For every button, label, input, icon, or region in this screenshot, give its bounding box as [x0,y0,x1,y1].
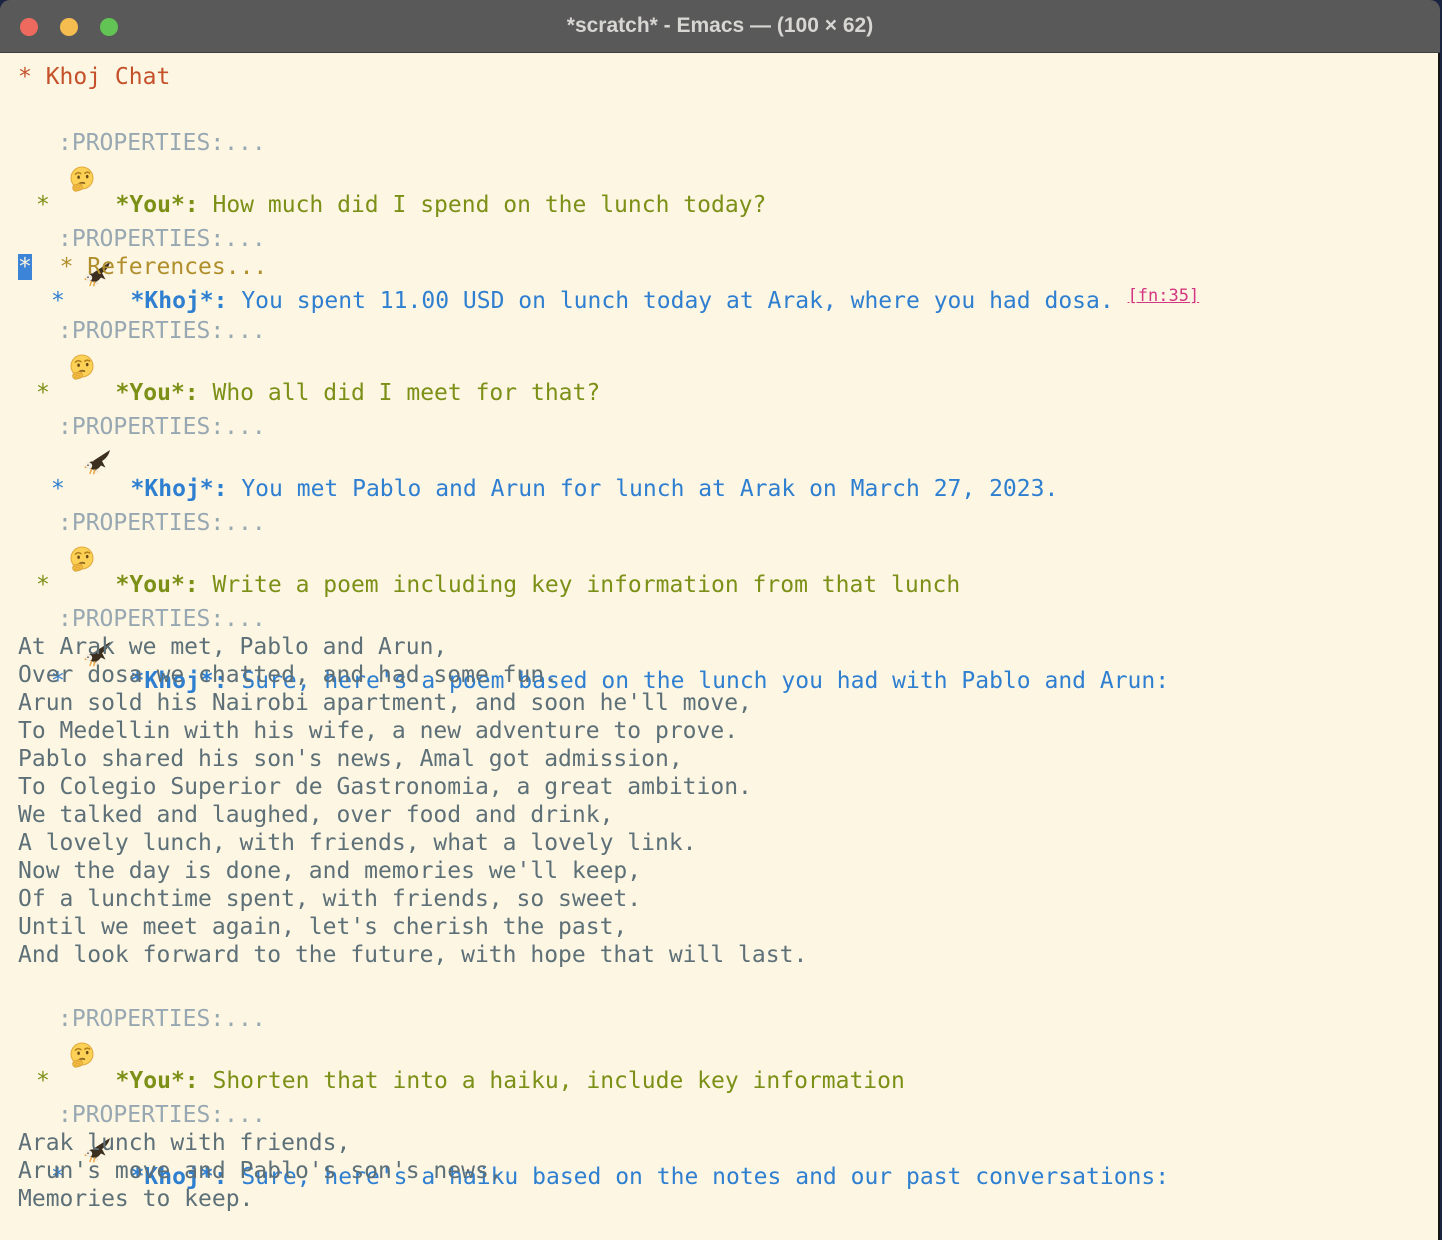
blank-line [18,537,1438,569]
text-run: Arun's move and Pablo's son's news, [18,1158,503,1184]
khoj-response-heading[interactable]: * *Khoj*: Sure, here's a poem based on t… [18,569,1438,605]
eagle-emoji [83,569,111,597]
text-run: At Arak we met, Pablo and Arun, [18,634,447,660]
emacs-window: *scratch* - Emacs — (100 × 62) * Khoj Ch… [0,0,1440,1240]
text-run: Until we meet again, let's cherish the p… [18,914,627,940]
references-heading[interactable]: * * References... [18,253,1438,281]
user-message-heading[interactable]: * *You*: How much did I spend on the lun… [18,93,1438,129]
message-body-line: Of a lunchtime spent, with friends, so s… [18,885,1438,913]
text-run: :PROPERTIES:... [58,1102,266,1128]
text-run: Of a lunchtime spent, with friends, so s… [18,886,641,912]
text-run: :PROPERTIES:... [58,414,266,440]
user-message-heading[interactable]: * *You*: Write a poem including key info… [18,473,1438,509]
blank-line [18,345,1438,377]
message-body-line: To Colegio Superior de Gastronomia, a gr… [18,773,1438,801]
text-run [32,254,60,280]
eagle-emoji [83,189,111,217]
properties-drawer[interactable]: :PROPERTIES:... [18,413,1438,441]
properties-drawer[interactable]: :PROPERTIES:... [18,1005,1438,1033]
blank-line [18,441,1438,473]
properties-drawer[interactable]: :PROPERTIES:... [18,225,1438,253]
message-body-line: Until we meet again, let's cherish the p… [18,913,1438,941]
text-run: Over dosa we chatted, and had some fun. [18,662,558,688]
text-run: Arak lunch with friends, [18,1130,350,1156]
message-body-line: Now the day is done, and memories we'll … [18,857,1438,885]
text-run: To Colegio Superior de Gastronomia, a gr… [18,774,752,800]
message-body-line: Arak lunch with friends, [18,1129,1438,1157]
properties-drawer[interactable]: :PROPERTIES:... [18,129,1438,157]
text-cursor: * [18,254,32,280]
text-run: :PROPERTIES:... [58,510,266,536]
window-title: *scratch* - Emacs — (100 × 62) [0,0,1440,52]
message-body-line: A lovely lunch, with friends, what a lov… [18,829,1438,857]
text-run: :PROPERTIES:... [58,606,266,632]
text-run: :PROPERTIES:... [58,130,266,156]
eagle-emoji [83,1065,111,1093]
text-run: Arun sold his Nairobi apartment, and soo… [18,690,752,716]
emacs-buffer[interactable]: * Khoj Chat * *You*: How much did I spend… [0,53,1440,1240]
blank-line [18,157,1438,189]
message-body-line: To Medellin with his wife, a new adventu… [18,717,1438,745]
thinking-face-emoji [68,473,96,501]
org-level1-heading[interactable]: * Khoj Chat [18,61,1438,93]
eagle-emoji [83,377,111,405]
text-run: * References... [60,254,268,280]
titlebar[interactable]: *scratch* - Emacs — (100 × 62) [0,0,1440,53]
text-run: :PROPERTIES:... [58,1006,266,1032]
properties-drawer[interactable]: :PROPERTIES:... [18,1101,1438,1129]
text-run: We talked and laughed, over food and dri… [18,802,613,828]
text-run: :PROPERTIES:... [58,318,266,344]
thinking-face-emoji [68,281,96,309]
khoj-response-heading[interactable]: * *Khoj*: You spent 11.00 USD on lunch t… [18,189,1438,225]
properties-drawer[interactable]: :PROPERTIES:... [18,317,1438,345]
properties-drawer[interactable]: :PROPERTIES:... [18,605,1438,633]
text-run: Pablo shared his son's news, Amal got ad… [18,746,683,772]
text-run: :PROPERTIES:... [58,226,266,252]
properties-drawer[interactable]: :PROPERTIES:... [18,509,1438,537]
footnote-link[interactable]: [fn:35] [1128,286,1200,306]
message-body-line: And look forward to the future, with hop… [18,941,1438,969]
message-body-line: We talked and laughed, over food and dri… [18,801,1438,829]
text-run: Now the day is done, and memories we'll … [18,858,641,884]
blank-line [18,1033,1438,1065]
text-run: * Khoj Chat [18,64,170,90]
message-body-line: Pablo shared his son's news, Amal got ad… [18,745,1438,773]
message-body-line: Arun sold his Nairobi apartment, and soo… [18,689,1438,717]
text-run: Memories to keep. [18,1186,253,1212]
text-run: A lovely lunch, with friends, what a lov… [18,830,697,856]
khoj-response-heading[interactable]: * *Khoj*: You met Pablo and Arun for lun… [18,377,1438,413]
message-body-line: At Arak we met, Pablo and Arun, [18,633,1438,661]
text-run: And look forward to the future, with hop… [18,942,807,968]
khoj-response-heading[interactable]: * *Khoj*: Sure, here's a haiku based on … [18,1065,1438,1101]
thinking-face-emoji [68,969,96,997]
user-message-heading[interactable]: * *You*: Shorten that into a haiku, incl… [18,969,1438,1005]
thinking-face-emoji [68,93,96,121]
text-run: To Medellin with his wife, a new adventu… [18,718,738,744]
